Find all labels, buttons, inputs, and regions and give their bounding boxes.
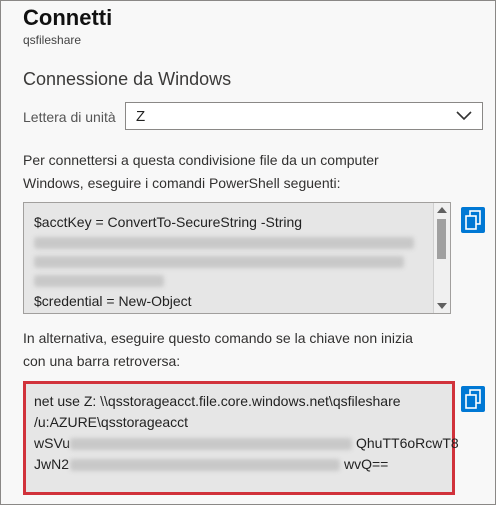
copy-net-use-button[interactable] xyxy=(461,386,485,412)
instructions-line: Per connettersi a questa condivisione fi… xyxy=(23,152,379,168)
alternative-text: In alternativa, eseguire questo comando … xyxy=(23,327,473,373)
net-use-line-end: QhuTT6oRcwT8 xyxy=(356,435,459,451)
drive-letter-select[interactable]: Z xyxy=(125,102,483,130)
powershell-line: $credential = New-Object xyxy=(34,293,192,309)
powershell-line: $acctKey = ConvertTo-SecureString -Strin… xyxy=(34,214,303,230)
net-use-command-box[interactable]: net use Z: \\qsstorageacct.file.core.win… xyxy=(23,381,459,495)
redacted-key-line xyxy=(34,237,414,249)
redacted-key-line xyxy=(34,275,164,287)
page-subtitle: qsfileshare xyxy=(23,33,82,47)
powershell-scrollbar[interactable] xyxy=(433,203,450,313)
connect-panel: Connetti qsfileshare Connessione da Wind… xyxy=(0,0,496,505)
instructions-line: Windows, eseguire i comandi PowerShell s… xyxy=(23,175,341,191)
redacted-key-line xyxy=(70,459,340,471)
net-use-line-start: wSVu xyxy=(34,435,71,451)
alternative-line: In alternativa, eseguire questo comando … xyxy=(23,330,413,346)
redacted-key-line xyxy=(70,438,352,450)
redacted-key-line xyxy=(34,256,404,268)
copy-icon xyxy=(465,389,481,409)
alternative-line: con una barra retroversa: xyxy=(23,353,181,369)
drive-letter-value: Z xyxy=(136,108,146,125)
drive-letter-label: Lettera di unità xyxy=(23,109,116,125)
scroll-up-icon[interactable] xyxy=(437,207,447,213)
net-use-line-end: wvQ== xyxy=(344,456,389,472)
chevron-down-icon xyxy=(456,109,472,123)
copy-icon xyxy=(465,210,481,230)
section-heading-windows: Connessione da Windows xyxy=(23,69,232,89)
scroll-down-icon[interactable] xyxy=(437,303,447,309)
copy-powershell-button[interactable] xyxy=(461,207,485,233)
net-use-line-start: JwN2 xyxy=(34,456,70,472)
instructions-text: Per connettersi a questa condivisione fi… xyxy=(23,149,473,195)
page-title: Connetti xyxy=(23,5,113,30)
scroll-thumb[interactable] xyxy=(437,219,446,259)
net-use-line: /u:AZURE\qsstorageacct xyxy=(34,414,189,430)
net-use-line: net use Z: \\qsstorageacct.file.core.win… xyxy=(34,393,401,409)
powershell-command-box[interactable]: $acctKey = ConvertTo-SecureString -Strin… xyxy=(23,202,451,314)
